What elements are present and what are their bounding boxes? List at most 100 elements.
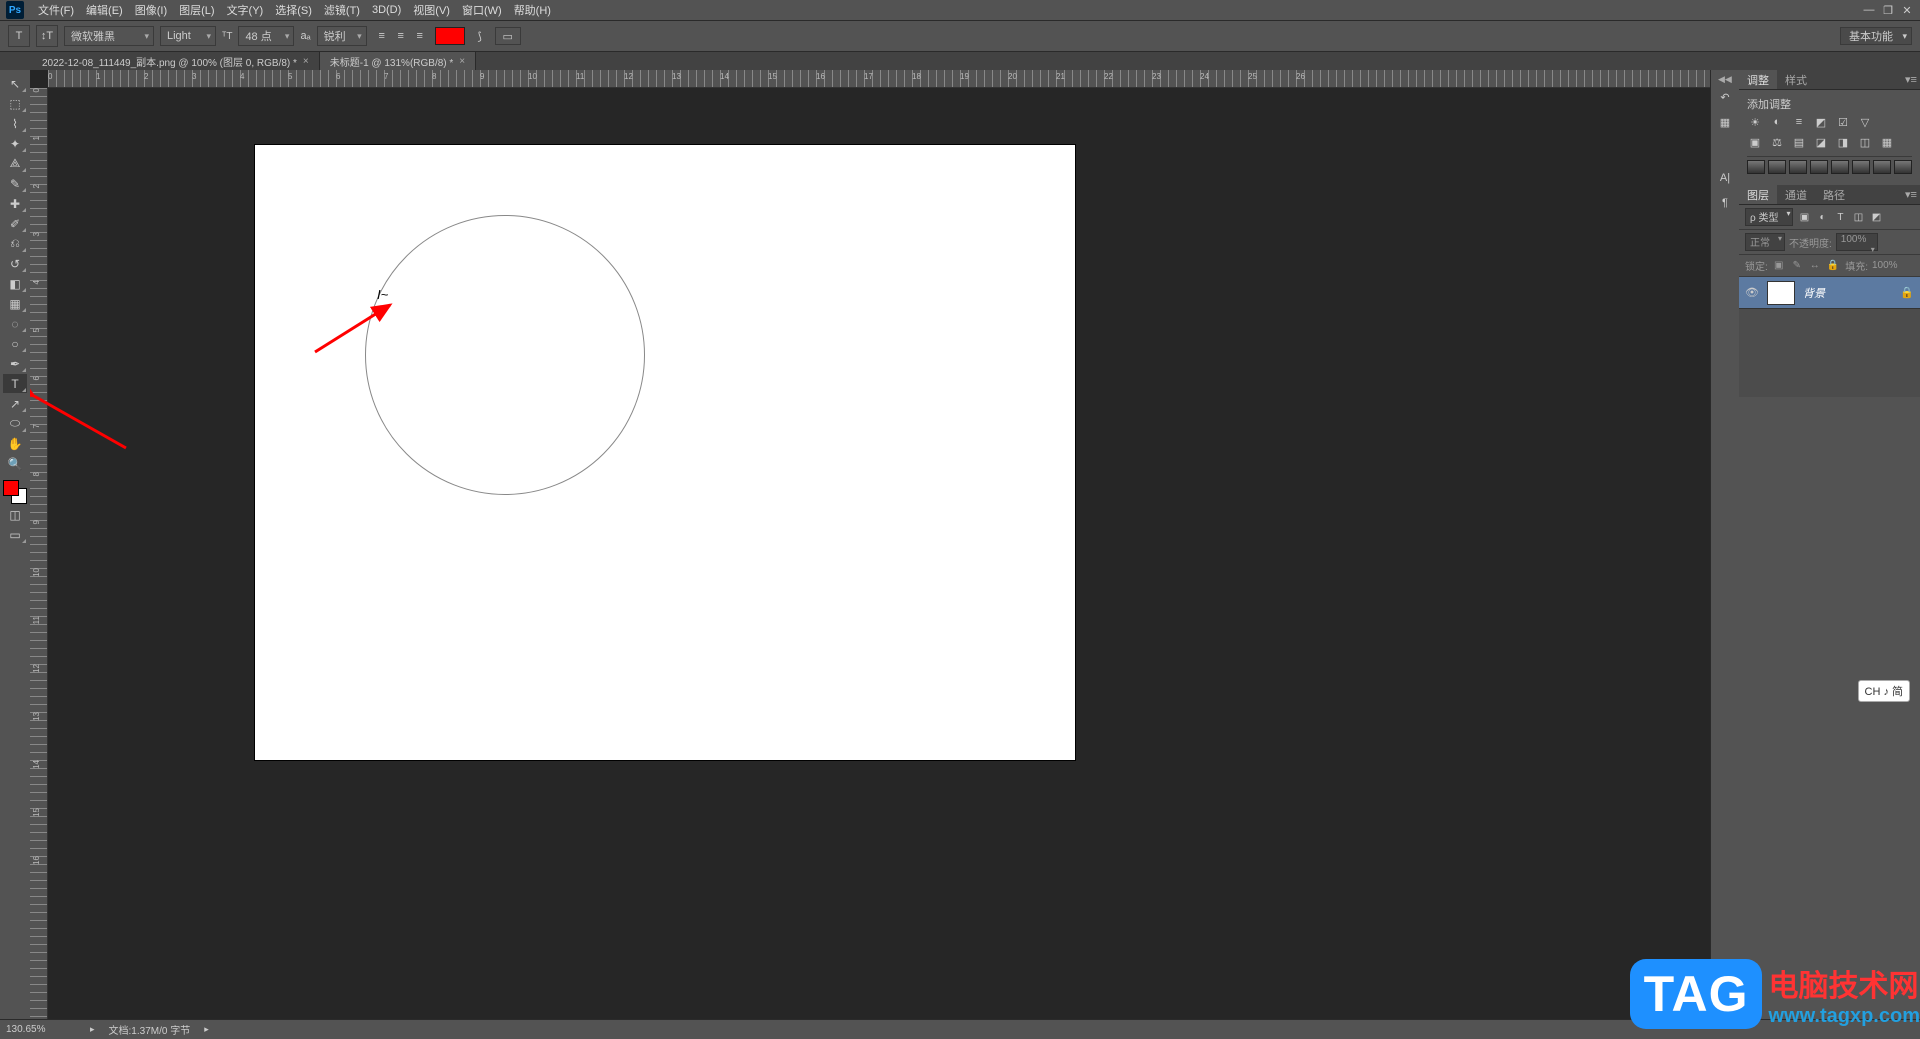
- shape-tool[interactable]: ⬭: [3, 414, 27, 433]
- filter-type-icon[interactable]: T: [1833, 210, 1847, 224]
- zoom-level[interactable]: 130.65%: [6, 1024, 76, 1035]
- lookup-icon[interactable]: ◨: [1835, 134, 1851, 150]
- blur-tool[interactable]: ◌: [3, 314, 27, 333]
- layer-filter-select[interactable]: ρ 类型: [1745, 208, 1793, 226]
- warp-text-button[interactable]: ⟆: [471, 27, 489, 45]
- hand-tool[interactable]: ✋: [3, 434, 27, 453]
- vertical-ruler[interactable]: 012345678910111213141516: [30, 88, 48, 1019]
- gradient-tool[interactable]: ▦: [3, 294, 27, 313]
- lock-all-icon[interactable]: 🔒: [1826, 259, 1840, 273]
- levels-icon[interactable]: ◐: [1769, 114, 1785, 130]
- path-circle[interactable]: [365, 215, 645, 495]
- align-right-button[interactable]: ≡: [411, 27, 429, 45]
- menu-edit[interactable]: 编辑(E): [80, 0, 129, 20]
- lock-transparency-icon[interactable]: ▣: [1772, 259, 1786, 273]
- filter-shape-icon[interactable]: ◫: [1851, 210, 1865, 224]
- menu-image[interactable]: 图像(I): [129, 0, 173, 20]
- character-panel-toggle[interactable]: ▭: [495, 27, 521, 45]
- document-info[interactable]: 文档:1.37M/0 字节: [109, 1022, 191, 1037]
- close-icon[interactable]: ×: [459, 56, 465, 67]
- menu-filter[interactable]: 滤镜(T): [318, 0, 366, 20]
- menu-help[interactable]: 帮助(H): [508, 0, 557, 20]
- clone-stamp-tool[interactable]: ⎌: [3, 234, 27, 253]
- vibrance-icon[interactable]: ☑: [1835, 114, 1851, 130]
- invert-icon[interactable]: ◫: [1857, 134, 1873, 150]
- preset-thumb[interactable]: [1873, 160, 1891, 174]
- restore-button[interactable]: ❐: [1879, 3, 1897, 17]
- color-picker[interactable]: [3, 480, 27, 504]
- tab-adjustments[interactable]: 调整: [1739, 70, 1777, 89]
- balance-icon[interactable]: ⚖: [1769, 134, 1785, 150]
- preset-thumb[interactable]: [1747, 160, 1765, 174]
- visibility-icon[interactable]: 👁: [1745, 286, 1759, 299]
- preset-thumb[interactable]: [1831, 160, 1849, 174]
- lasso-tool[interactable]: ⌇: [3, 114, 27, 133]
- tab-paths[interactable]: 路径: [1815, 185, 1853, 204]
- channel-mixer-icon[interactable]: ◪: [1813, 134, 1829, 150]
- font-family-select[interactable]: 微软雅黑: [64, 26, 154, 46]
- tab-styles[interactable]: 样式: [1777, 70, 1815, 89]
- magic-wand-tool[interactable]: ✦: [3, 134, 27, 153]
- text-color-swatch[interactable]: [435, 27, 465, 45]
- menu-type[interactable]: 文字(Y): [221, 0, 270, 20]
- ime-indicator[interactable]: CH ♪ 简: [1858, 680, 1911, 702]
- pen-tool[interactable]: ✒: [3, 354, 27, 373]
- document-canvas[interactable]: I~: [255, 145, 1075, 760]
- docinfo-dropdown-icon[interactable]: ▸: [204, 1024, 209, 1035]
- foreground-color[interactable]: [3, 480, 19, 496]
- path-selection-tool[interactable]: ↗: [3, 394, 27, 413]
- menu-3d[interactable]: 3D(D): [366, 2, 407, 18]
- close-button[interactable]: ✕: [1898, 3, 1916, 17]
- filter-pixel-icon[interactable]: ▣: [1797, 210, 1811, 224]
- zoom-tool[interactable]: 🔍: [3, 454, 27, 473]
- layer-name[interactable]: 背景: [1803, 285, 1825, 301]
- healing-brush-tool[interactable]: ✚: [3, 194, 27, 213]
- antialias-select[interactable]: 锐利: [317, 26, 367, 46]
- expand-dock-button[interactable]: ◀◀: [1718, 74, 1732, 84]
- filter-adjust-icon[interactable]: ◐: [1815, 210, 1829, 224]
- layer-thumbnail[interactable]: [1767, 281, 1795, 305]
- preset-thumb[interactable]: [1894, 160, 1912, 174]
- menu-file[interactable]: 文件(F): [32, 0, 80, 20]
- horizontal-ruler[interactable]: 0123456789101112131415161718192021222324…: [48, 70, 1710, 88]
- menu-select[interactable]: 选择(S): [269, 0, 318, 20]
- text-orientation-button[interactable]: ↕T: [36, 25, 58, 47]
- close-icon[interactable]: ×: [303, 56, 309, 67]
- exposure-icon[interactable]: ◩: [1813, 114, 1829, 130]
- color-panel-icon[interactable]: ▦: [1713, 110, 1737, 134]
- tab-channels[interactable]: 通道: [1777, 185, 1815, 204]
- photo-filter-icon[interactable]: ▤: [1791, 134, 1807, 150]
- document-tab-2[interactable]: 未标题-1 @ 131%(RGB/8) * ×: [320, 52, 476, 70]
- align-left-button[interactable]: ≡: [373, 27, 391, 45]
- hue-icon[interactable]: ▽: [1857, 114, 1873, 130]
- menu-window[interactable]: 窗口(W): [456, 0, 508, 20]
- brightness-icon[interactable]: ☀: [1747, 114, 1763, 130]
- eyedropper-tool[interactable]: ✎: [3, 174, 27, 193]
- current-tool-icon[interactable]: T: [8, 25, 30, 47]
- screen-mode-toggle[interactable]: ▭: [3, 525, 27, 544]
- marquee-tool[interactable]: ⬚: [3, 94, 27, 113]
- dodge-tool[interactable]: ○: [3, 334, 27, 353]
- preset-thumb[interactable]: [1768, 160, 1786, 174]
- history-panel-icon[interactable]: ↶: [1713, 85, 1737, 109]
- eraser-tool[interactable]: ◧: [3, 274, 27, 293]
- preset-thumb[interactable]: [1852, 160, 1870, 174]
- minimize-button[interactable]: —: [1860, 3, 1878, 17]
- zoom-dropdown-icon[interactable]: ▸: [90, 1024, 95, 1035]
- posterize-icon[interactable]: ▦: [1879, 134, 1895, 150]
- font-style-select[interactable]: Light: [160, 26, 216, 46]
- lock-pixels-icon[interactable]: ✎: [1790, 259, 1804, 273]
- paragraph-panel-icon[interactable]: ¶: [1713, 191, 1737, 215]
- lock-position-icon[interactable]: ↔: [1808, 259, 1822, 273]
- bw-icon[interactable]: ▣: [1747, 134, 1763, 150]
- character-panel-icon[interactable]: A|: [1713, 166, 1737, 190]
- panel-menu-icon[interactable]: ▾≡: [1902, 185, 1920, 204]
- layer-item-background[interactable]: 👁 背景 🔒: [1739, 277, 1920, 309]
- quick-mask-toggle[interactable]: ◫: [3, 505, 27, 524]
- panel-menu-icon[interactable]: ▾≡: [1902, 70, 1920, 89]
- move-tool[interactable]: ↖: [3, 74, 27, 93]
- filter-smart-icon[interactable]: ◩: [1869, 210, 1883, 224]
- canvas-area[interactable]: 0123456789101112131415161718192021222324…: [30, 70, 1710, 1019]
- preset-thumb[interactable]: [1810, 160, 1828, 174]
- font-size-select[interactable]: 48 点: [238, 26, 294, 46]
